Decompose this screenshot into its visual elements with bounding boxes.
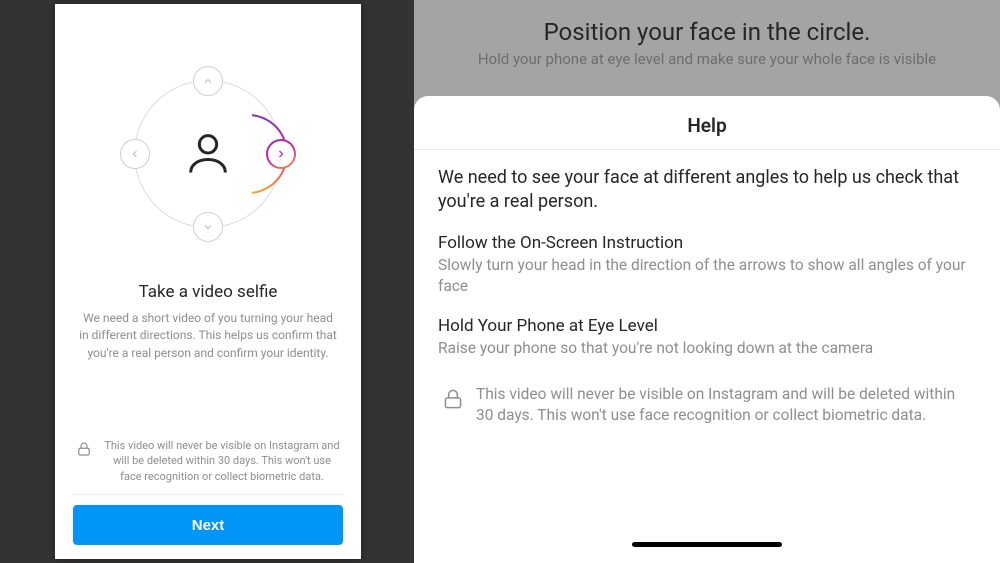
- help-sheet[interactable]: Help We need to see your face at differe…: [414, 96, 1000, 563]
- chevron-up-icon: [193, 66, 223, 96]
- background-instruction: Position your face in the circle. Hold y…: [414, 0, 1000, 98]
- help-sheet-title: Help: [438, 114, 976, 149]
- position-face-sub: Hold your phone at eye level and make su…: [444, 50, 970, 68]
- chevron-left-icon: [120, 139, 150, 169]
- privacy-text: This video will never be visible on Inst…: [103, 438, 341, 484]
- intro-body: We need a short video of you turning you…: [78, 310, 338, 362]
- video-selfie-intro-screen: Take a video selfie We need a short vide…: [55, 4, 361, 559]
- home-indicator[interactable]: [632, 542, 782, 547]
- help-section1-body: Slowly turn your head in the direction o…: [438, 255, 976, 298]
- intro-title: Take a video selfie: [139, 282, 278, 302]
- help-lead: We need to see your face at different an…: [438, 166, 976, 215]
- help-section2-body: Raise your phone so that you're not look…: [438, 338, 976, 360]
- position-face-title: Position your face in the circle.: [444, 18, 970, 46]
- divider: [414, 149, 1000, 150]
- help-overlay-screen: Position your face in the circle. Hold y…: [414, 0, 1000, 563]
- help-section1-heading: Follow the On-Screen Instruction: [438, 233, 976, 253]
- lock-icon: [75, 440, 93, 458]
- help-section2-heading: Hold Your Phone at Eye Level: [438, 316, 976, 336]
- selfie-direction-graphic: [108, 54, 308, 254]
- privacy-note: This video will never be visible on Inst…: [73, 432, 343, 495]
- help-privacy-note: This video will never be visible on Inst…: [438, 378, 976, 437]
- lock-icon: [440, 386, 466, 412]
- person-icon: [182, 127, 234, 179]
- next-button[interactable]: Next: [73, 505, 343, 545]
- help-privacy-text: This video will never be visible on Inst…: [476, 384, 974, 427]
- chevron-down-icon: [193, 212, 223, 242]
- chevron-right-icon: [266, 139, 296, 169]
